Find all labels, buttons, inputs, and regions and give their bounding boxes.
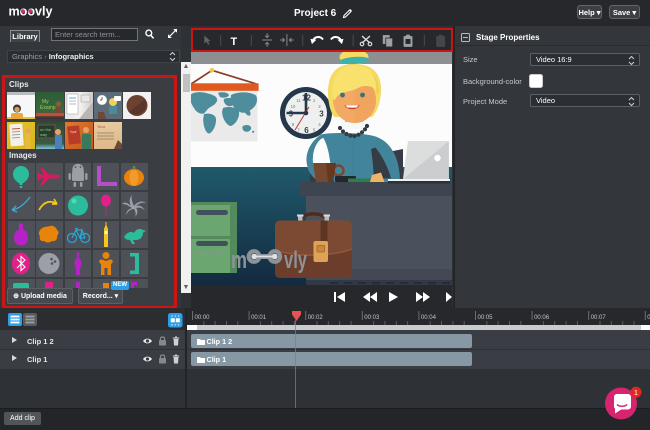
svg-text:10: 10 bbox=[291, 104, 296, 109]
svg-text:Your: Your bbox=[97, 124, 106, 129]
svg-text:00:03: 00:03 bbox=[364, 315, 380, 321]
svg-text:1: 1 bbox=[634, 388, 638, 397]
svg-text:6: 6 bbox=[304, 126, 309, 135]
svg-text:m: m bbox=[231, 247, 247, 274]
svg-text:00:01: 00:01 bbox=[251, 315, 267, 321]
svg-text:way: way bbox=[40, 132, 47, 137]
svg-text:made with: made with bbox=[193, 251, 224, 258]
svg-text:00:05: 00:05 bbox=[478, 315, 494, 321]
svg-text:00:02: 00:02 bbox=[308, 315, 324, 321]
svg-text:00:00: 00:00 bbox=[195, 315, 211, 321]
svg-text:Your: Your bbox=[69, 130, 77, 135]
svg-text:00:04: 00:04 bbox=[421, 315, 437, 321]
svg-text:Examp: Examp bbox=[40, 105, 56, 111]
svg-text:00:06: 00:06 bbox=[534, 315, 550, 321]
svg-text:11: 11 bbox=[296, 98, 301, 103]
svg-text:3: 3 bbox=[319, 110, 324, 119]
svg-text:vly: vly bbox=[284, 247, 307, 274]
svg-text:00:07: 00:07 bbox=[591, 315, 607, 321]
svg-text:T: T bbox=[231, 35, 238, 47]
